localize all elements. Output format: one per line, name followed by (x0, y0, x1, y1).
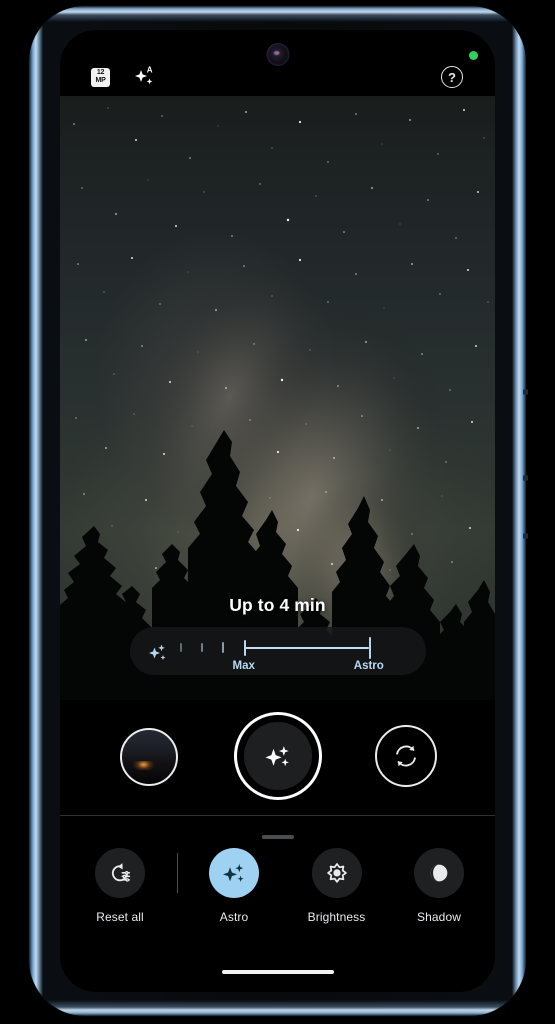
home-gesture-bar[interactable] (221, 970, 334, 974)
camera-flip-icon (396, 745, 416, 767)
svg-text:A: A (147, 65, 153, 74)
exposure-slider-track[interactable]: Max Astro (180, 627, 416, 675)
green-privacy-dot (469, 51, 478, 60)
shutter-inner-disc (243, 722, 312, 790)
resolution-badge-line1: 12 (96, 69, 105, 76)
exposure-slider-tick[interactable] (222, 642, 225, 654)
bottom-sheet-drag-handle[interactable] (261, 835, 294, 839)
resolution-badge-icon[interactable]: 12 MP (91, 67, 110, 87)
phone-screen: 12 MP A ? Up to 4 min Max Astro Reset al… (60, 30, 495, 992)
shutter-button[interactable] (233, 712, 322, 800)
exposure-slider-tick[interactable] (201, 643, 204, 653)
sparkle-auto-icon[interactable]: A (132, 64, 158, 90)
tool-shadow[interactable]: Shadow (393, 848, 485, 924)
contrast-moon-icon (430, 864, 448, 882)
reset-settings-icon (111, 863, 131, 882)
tool-astro[interactable]: Astro (188, 848, 280, 924)
tool-brightness-circle (311, 848, 362, 898)
sparkle-astro-icon (146, 640, 170, 664)
volume-up-button[interactable] (523, 475, 528, 481)
exposure-slider[interactable]: Max Astro (130, 627, 426, 675)
bottom-sheet-divider (60, 815, 495, 816)
exposure-slider-tick[interactable] (243, 639, 247, 656)
tool-astro-label: Astro (219, 910, 249, 924)
exposure-slider-tick[interactable] (180, 643, 182, 653)
sparkle-astro-icon (264, 746, 289, 767)
help-icon-label: ? (448, 69, 456, 85)
tool-reset-all-circle (95, 848, 145, 898)
tool-reset-all[interactable]: Reset all (74, 848, 166, 924)
camera-top-bar: 12 MP A ? (60, 51, 495, 102)
camera-tools-row: Reset all Astro Brightness Shadow (60, 848, 495, 958)
sparkle-astro-icon (222, 864, 244, 882)
exposure-duration-label: Up to 4 min (229, 595, 326, 615)
power-button[interactable] (523, 389, 528, 395)
exposure-slider-tick[interactable] (368, 636, 372, 659)
help-question-icon[interactable]: ? (441, 66, 463, 88)
tool-astro-circle (209, 848, 259, 898)
tool-brightness-label: Brightness (307, 910, 366, 924)
exposure-slider-caption: Astro (353, 660, 384, 672)
volume-down-button[interactable] (523, 533, 528, 539)
brightness-sun-icon (326, 863, 347, 883)
last-photo-thumbnail[interactable] (120, 728, 178, 786)
flip-camera-button[interactable] (375, 725, 437, 787)
tool-shadow-circle (414, 848, 464, 898)
phone-device-frame: 12 MP A ? Up to 4 min Max Astro Reset al… (29, 6, 528, 1016)
tool-shadow-label: Shadow (417, 910, 461, 924)
resolution-badge-line2: MP (95, 77, 106, 84)
tools-separator (176, 853, 178, 893)
tool-reset-all-label: Reset all (96, 910, 144, 924)
exposure-slider-caption: Max (232, 660, 255, 672)
tool-brightness[interactable]: Brightness (291, 848, 383, 924)
exposure-slider-line (243, 647, 369, 649)
shutter-controls-row (60, 706, 495, 810)
